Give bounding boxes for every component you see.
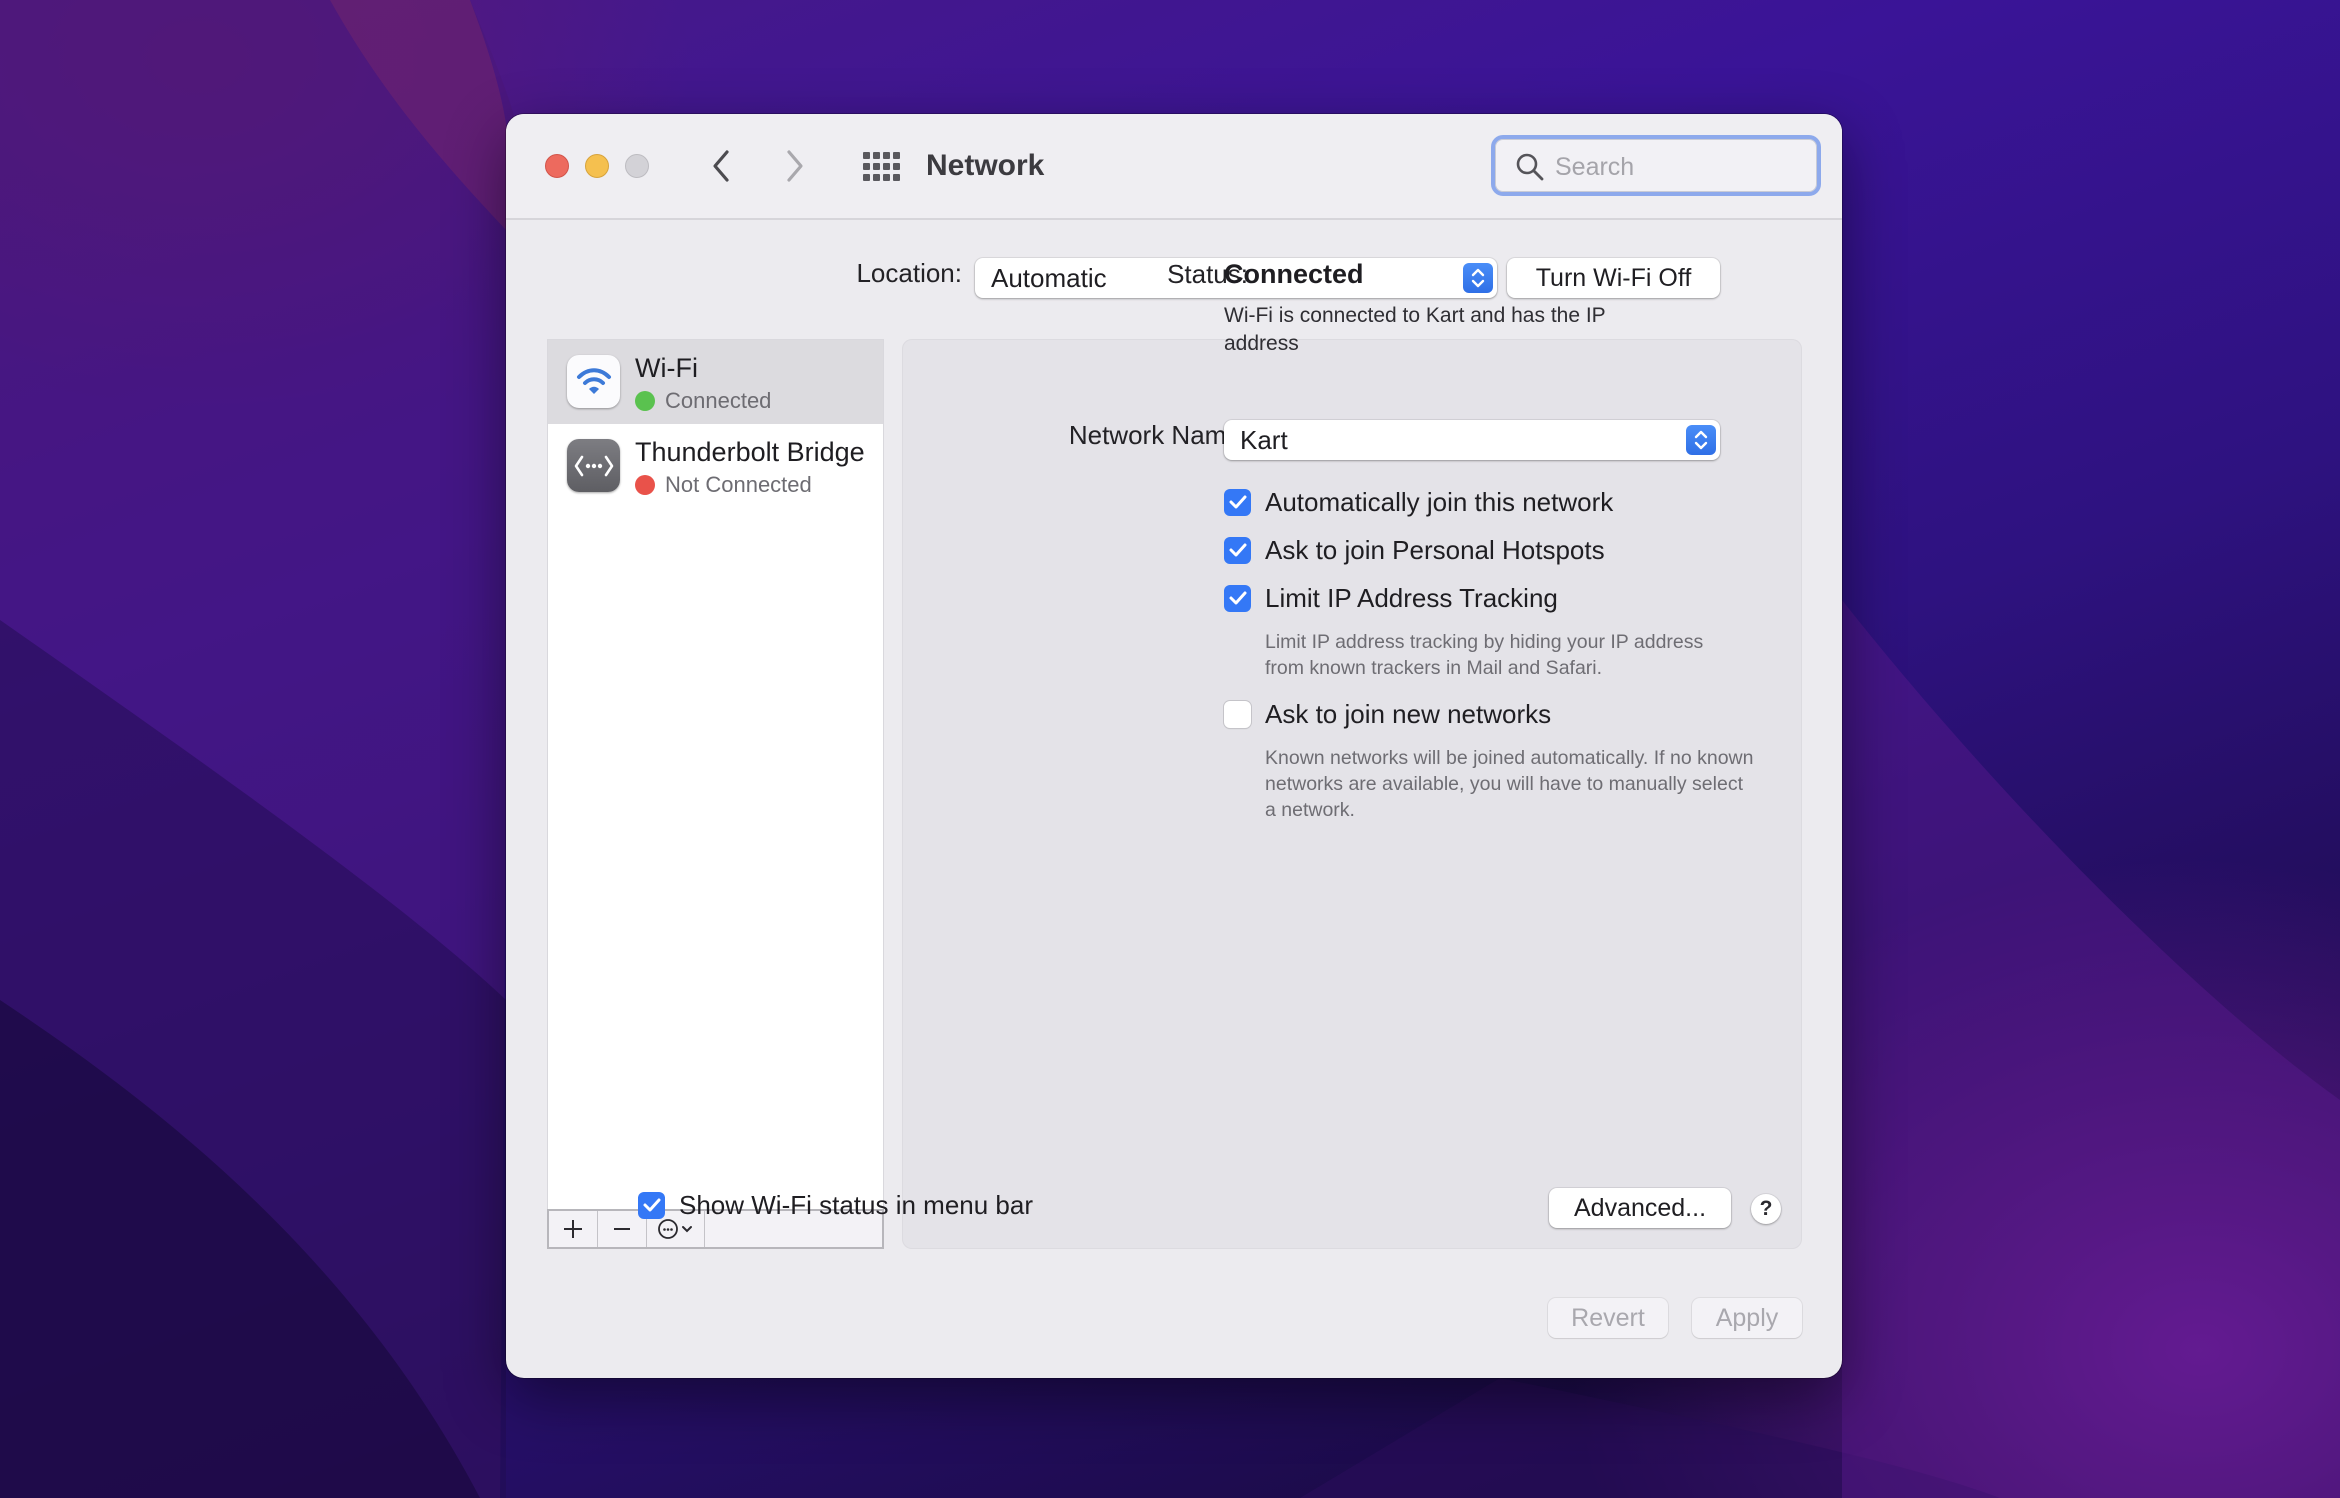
- personal-hotspots-checkbox[interactable]: [1224, 536, 1251, 564]
- show-wifi-status-checkbox[interactable]: [638, 1191, 665, 1219]
- status-description: Wi-Fi is connected to Kart and has the I…: [1224, 304, 1606, 355]
- service-item-thunderbolt-bridge[interactable]: Thunderbolt Bridge Not Connected: [548, 424, 883, 508]
- advanced-button[interactable]: Advanced...: [1549, 1188, 1731, 1228]
- title-bar: Network: [506, 114, 1842, 220]
- checkmark-icon: [1229, 495, 1246, 509]
- window-title: Network: [926, 149, 1045, 182]
- revert-button[interactable]: Revert: [1548, 1298, 1668, 1338]
- show-wifi-status-label: Show Wi-Fi status in menu bar: [679, 1190, 1034, 1220]
- service-item-wifi[interactable]: Wi-Fi Connected: [548, 340, 883, 424]
- zoom-window-button[interactable]: [625, 154, 649, 178]
- ask-new-networks-description: Known networks will be joined automatica…: [1265, 747, 1754, 821]
- service-list: Wi-Fi Connected Thunderbolt Bridge Not C…: [547, 339, 884, 1249]
- limit-ip-tracking-description: Limit IP address tracking by hiding your…: [1265, 631, 1704, 679]
- location-label: Location:: [856, 258, 962, 288]
- checkmark-icon: [1229, 591, 1246, 605]
- show-all-button[interactable]: [861, 150, 901, 184]
- turn-wifi-off-button[interactable]: Turn Wi-Fi Off: [1507, 258, 1720, 298]
- network-preferences-window: Network Location: Automatic Wi-Fi Conne: [506, 114, 1842, 1378]
- auto-join-label: Automatically join this network: [1265, 487, 1614, 517]
- service-status: Connected: [665, 388, 772, 413]
- service-name: Thunderbolt Bridge: [635, 437, 865, 467]
- status-dot-connected: [635, 391, 655, 411]
- minus-icon: [614, 1228, 630, 1230]
- minimize-window-button[interactable]: [585, 154, 609, 178]
- auto-join-option[interactable]: Automatically join this network: [1224, 487, 1613, 517]
- service-status: Not Connected: [665, 472, 812, 497]
- add-service-button[interactable]: [549, 1211, 598, 1247]
- ask-new-networks-label: Ask to join new networks: [1265, 699, 1552, 729]
- chevron-right-icon: [787, 150, 803, 182]
- forward-button[interactable]: [777, 148, 813, 184]
- apply-button[interactable]: Apply: [1692, 1298, 1802, 1338]
- limit-ip-tracking-checkbox[interactable]: [1224, 584, 1251, 612]
- more-options-icon: [657, 1219, 692, 1239]
- network-name-value: Kart: [1240, 425, 1288, 455]
- ask-new-networks-option[interactable]: Ask to join new networks: [1224, 699, 1551, 729]
- auto-join-checkbox[interactable]: [1224, 488, 1251, 516]
- status-dot-not-connected: [635, 475, 655, 495]
- back-button[interactable]: [703, 148, 739, 184]
- ask-new-networks-checkbox[interactable]: [1224, 700, 1251, 728]
- show-wifi-status-option[interactable]: Show Wi-Fi status in menu bar: [638, 1190, 1033, 1220]
- chevron-left-icon: [713, 150, 729, 182]
- checkmark-icon: [1229, 543, 1246, 557]
- status-value: Connected: [1224, 259, 1364, 289]
- grid-icon: [863, 152, 900, 181]
- close-window-button[interactable]: [545, 154, 569, 178]
- wifi-icon: [567, 355, 620, 408]
- network-name-popup[interactable]: Kart: [1224, 420, 1720, 460]
- search-input[interactable]: [1553, 147, 1807, 187]
- service-name: Wi-Fi: [635, 353, 698, 383]
- search-field[interactable]: [1491, 135, 1821, 196]
- thunderbolt-bridge-icon: [567, 439, 620, 492]
- personal-hotspots-label: Ask to join Personal Hotspots: [1265, 535, 1605, 565]
- plus-icon: [564, 1220, 582, 1238]
- limit-ip-tracking-label: Limit IP Address Tracking: [1265, 583, 1558, 613]
- checkmark-icon: [643, 1198, 660, 1212]
- help-button[interactable]: ?: [1751, 1194, 1781, 1224]
- popup-arrows-icon: [1463, 263, 1493, 293]
- limit-ip-tracking-option[interactable]: Limit IP Address Tracking: [1224, 583, 1558, 613]
- location-value: Automatic: [991, 263, 1107, 293]
- network-name-label: Network Name:: [1068, 420, 1248, 450]
- popup-arrows-icon: [1686, 425, 1716, 455]
- search-icon: [1516, 153, 1544, 181]
- personal-hotspots-option[interactable]: Ask to join Personal Hotspots: [1224, 535, 1605, 565]
